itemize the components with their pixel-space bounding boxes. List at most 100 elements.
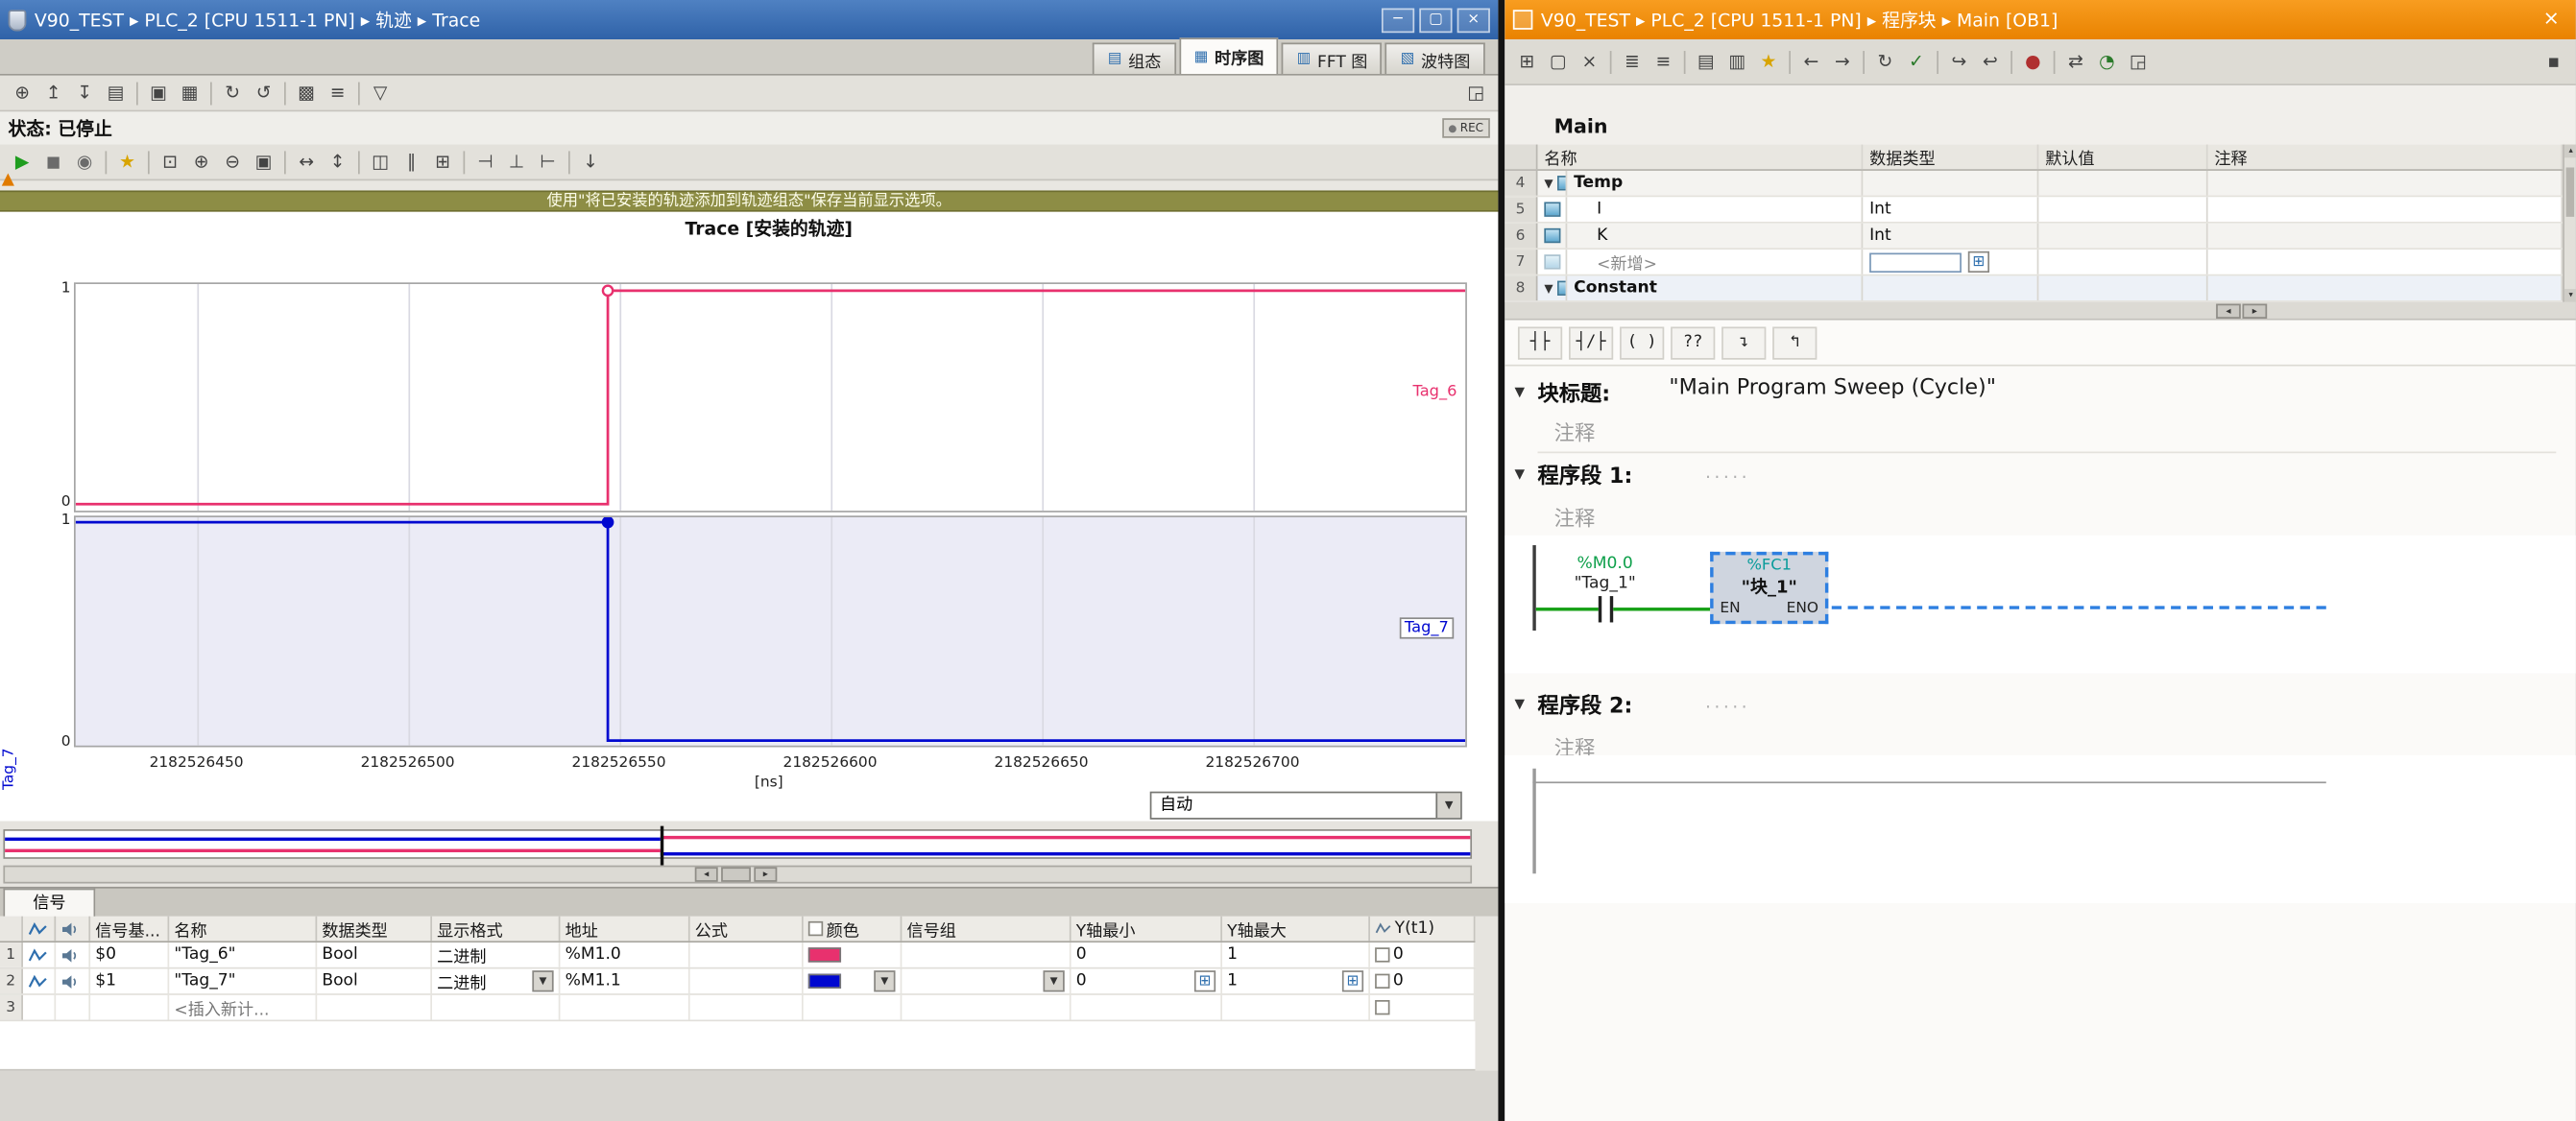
y-t1-cell[interactable] <box>1370 995 1476 1020</box>
signal-datatype-cell[interactable]: Bool <box>317 968 432 993</box>
comment-cell[interactable] <box>2208 250 2564 274</box>
display-options-icon[interactable]: ≡ <box>322 79 353 107</box>
section-name-cell[interactable]: Temp <box>1567 171 1863 196</box>
datatype-cell[interactable] <box>1863 275 2038 300</box>
comment-cell[interactable] <box>2208 197 2564 222</box>
datatype-edit-field[interactable] <box>1869 252 1962 273</box>
contact-open-icon[interactable]: ┤├ <box>1518 326 1562 359</box>
editor-options-icon[interactable]: ▪ <box>2538 48 2569 76</box>
export-view-icon[interactable]: ↓ <box>575 148 607 176</box>
variable-name-cell[interactable]: K <box>1567 224 1863 249</box>
header-signal-group[interactable]: 信号组 <box>902 917 1071 942</box>
interface-row[interactable]: 7 <新增> ⊞ <box>1505 250 2563 275</box>
import-measurements-icon[interactable]: ↧ <box>69 79 101 107</box>
signal-address-cell[interactable]: %M1.1 <box>560 968 689 993</box>
favorites-toggle-icon[interactable]: ★ <box>1753 48 1785 76</box>
jump-back-icon[interactable]: ↩ <box>1975 48 2007 76</box>
overview-cursor[interactable] <box>661 826 663 866</box>
fc-call-block[interactable]: %FC1 "块_1" EN ENO <box>1710 552 1828 624</box>
format-dropdown-button[interactable]: ▼ <box>532 970 553 991</box>
restore-view-icon[interactable]: ★ <box>111 148 143 176</box>
comment-cell[interactable] <box>2208 275 2564 300</box>
tag7-series-label[interactable]: Tag_7 <box>1400 617 1454 638</box>
scroll-left-button[interactable]: ◂ <box>695 867 718 881</box>
signal-format-cell[interactable]: 二进制 <box>432 942 560 967</box>
snapshot-values-icon[interactable]: ◲ <box>2123 48 2155 76</box>
header-y-min[interactable]: Y轴最小 <box>1071 917 1222 942</box>
interface-row[interactable]: 5 I Int <box>1505 197 2563 223</box>
previous-error-icon[interactable]: ← <box>1795 48 1827 76</box>
stop-trace-icon[interactable]: ◼ <box>37 148 69 176</box>
close-button[interactable]: × <box>1457 8 1490 33</box>
collapse-icon[interactable]: ▼ <box>1515 466 1526 481</box>
y-max-cell[interactable]: 1⊞ <box>1222 968 1370 993</box>
header-y-max[interactable]: Y轴最大 <box>1222 917 1370 942</box>
default-value-cell[interactable] <box>2038 171 2207 196</box>
zoom-out-icon[interactable]: ⊖ <box>217 148 249 176</box>
block-title-value[interactable]: "Main Program Sweep (Cycle)" <box>1669 376 1996 401</box>
measure-cursors-icon[interactable]: ∥ <box>396 148 427 176</box>
time-axis-mode-select[interactable]: 自动 ▼ <box>1150 792 1462 820</box>
signal-table-row[interactable]: 2 $1 "Tag_7" Bool 二进制▼ %M1.1 ▼ ▼ 0⊞ 1⊞ 0 <box>0 968 1475 994</box>
datatype-cell[interactable]: Int <box>1863 197 2038 222</box>
add-new-variable-cell[interactable]: <新增> <box>1567 250 1863 274</box>
export-measurements-icon[interactable]: ↥ <box>37 79 69 107</box>
zoom-in-icon[interactable]: ⊕ <box>185 148 217 176</box>
signal-name-cell[interactable]: "Tag_6" <box>169 942 317 967</box>
network1-title[interactable]: 程序段 1: <box>1537 458 1632 489</box>
datatype-cell[interactable]: Int <box>1863 224 2038 249</box>
network2-title[interactable]: 程序段 2: <box>1537 688 1632 720</box>
save-measurement-icon[interactable]: ▤ <box>100 79 132 107</box>
fit-height-icon[interactable]: ↕ <box>322 148 353 176</box>
signal-table-row[interactable]: 3 <插入新计... <box>0 995 1475 1021</box>
signal-group-cell[interactable] <box>902 942 1071 967</box>
variable-name-cell[interactable]: I <box>1567 197 1863 222</box>
interface-row[interactable]: 4 ▼ Temp <box>1505 171 2563 197</box>
next-error-icon[interactable]: → <box>1827 48 1859 76</box>
color-dropdown-button[interactable]: ▼ <box>874 970 895 991</box>
group-dropdown-button[interactable]: ▼ <box>1043 970 1064 991</box>
block-comment[interactable]: 注释 <box>1554 416 1596 447</box>
coil-icon[interactable]: ( ) <box>1620 326 1664 359</box>
contact-bar[interactable] <box>1599 596 1601 622</box>
zoom-area-icon[interactable]: ⊡ <box>155 148 186 176</box>
tab-timing-diagram[interactable]: ▦ 时序图 <box>1179 37 1279 74</box>
default-value-cell[interactable] <box>2038 197 2207 222</box>
signal-speaker-icon[interactable] <box>56 968 90 993</box>
network1-comment[interactable]: 注释 <box>1554 501 1596 533</box>
scroll-down-button[interactable]: ▾ <box>2564 289 2576 302</box>
align-left-icon[interactable]: ⊣ <box>469 148 501 176</box>
editor-titlebar[interactable]: V90_TEST ▸ PLC_2 [CPU 1511-1 PN] ▸ 程序块 ▸… <box>1505 0 2576 39</box>
go-online-icon[interactable]: ⇄ <box>2060 48 2092 76</box>
header-datatype[interactable]: 数据类型 <box>1863 145 2038 170</box>
section-name-cell[interactable]: Constant <box>1567 275 1863 300</box>
insert-new-signal-cell[interactable]: <插入新计... <box>169 995 317 1020</box>
section-icon-cell[interactable]: ▼ <box>1537 275 1567 300</box>
header-address[interactable]: 地址 <box>560 917 689 942</box>
signal-formula-cell[interactable] <box>690 942 804 967</box>
header-color[interactable]: 颜色 <box>804 917 903 942</box>
contact-operand[interactable]: %M0.0 <box>1544 555 1666 573</box>
interface-row[interactable]: 6 K Int <box>1505 224 2563 250</box>
align-center-icon[interactable]: ⊥ <box>501 148 533 176</box>
color-swatch[interactable] <box>808 947 841 962</box>
signal-formula-cell[interactable] <box>690 968 804 993</box>
y-max-cell[interactable]: 1 <box>1222 942 1370 967</box>
tab-signals[interactable]: 信号 <box>3 889 95 918</box>
dropdown-arrow-icon[interactable]: ▼ <box>1435 793 1460 818</box>
plot-tag6[interactable] <box>74 282 1467 513</box>
scroll-left-button[interactable]: ◂ <box>2216 304 2241 319</box>
interface-horizontal-scrollbar[interactable]: ◂ ▸ <box>1505 302 2576 321</box>
close-all-networks-icon[interactable]: ≡ <box>1648 48 1679 76</box>
insert-network-icon[interactable]: ⊞ <box>1511 48 1543 76</box>
scroll-thumb[interactable] <box>2566 168 2575 217</box>
contact-closed-icon[interactable]: ┤/├ <box>1569 326 1613 359</box>
network-comments-icon[interactable]: ▥ <box>1721 48 1753 76</box>
scroll-right-button[interactable]: ▸ <box>2243 304 2268 319</box>
tab-fft-diagram[interactable]: ▥ FFT 图 <box>1282 42 1383 74</box>
default-value-cell[interactable] <box>2038 224 2207 249</box>
trace-overview-strip[interactable] <box>3 829 1472 859</box>
combine-measurements-icon[interactable]: ▦ <box>174 79 205 107</box>
restore-button[interactable]: ▢ <box>1419 8 1452 33</box>
pan-view-icon[interactable]: ↔ <box>291 148 323 176</box>
